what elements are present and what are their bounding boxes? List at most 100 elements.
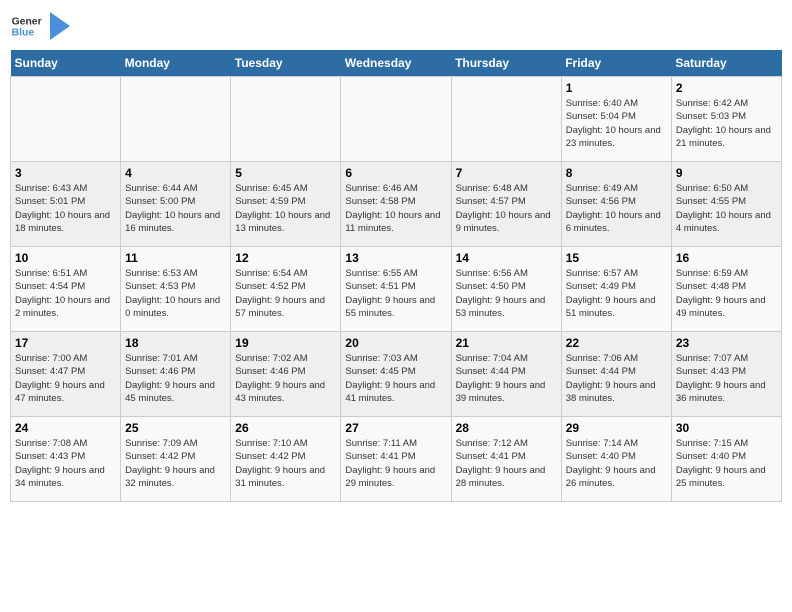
day-number: 21 [456,336,557,350]
calendar-header: SundayMondayTuesdayWednesdayThursdayFrid… [11,50,782,77]
day-info: Sunrise: 6:51 AM Sunset: 4:54 PM Dayligh… [15,267,116,320]
day-number: 29 [566,421,667,435]
day-info: Sunrise: 6:57 AM Sunset: 4:49 PM Dayligh… [566,267,667,320]
calendar-cell [121,77,231,162]
day-info: Sunrise: 7:02 AM Sunset: 4:46 PM Dayligh… [235,352,336,405]
day-info: Sunrise: 6:40 AM Sunset: 5:04 PM Dayligh… [566,97,667,150]
day-number: 3 [15,166,116,180]
svg-text:Blue: Blue [12,28,35,39]
day-number: 10 [15,251,116,265]
day-number: 15 [566,251,667,265]
day-number: 26 [235,421,336,435]
calendar-cell: 15 Sunrise: 6:57 AM Sunset: 4:49 PM Dayli… [561,247,671,332]
calendar-week-1: 1 Sunrise: 6:40 AM Sunset: 5:04 PM Daylig… [11,77,782,162]
calendar-cell: 29 Sunrise: 7:14 AM Sunset: 4:40 PM Dayli… [561,417,671,502]
day-header-thursday: Thursday [451,50,561,77]
day-info: Sunrise: 7:12 AM Sunset: 4:41 PM Dayligh… [456,437,557,490]
day-info: Sunrise: 7:01 AM Sunset: 4:46 PM Dayligh… [125,352,226,405]
calendar-cell: 6 Sunrise: 6:46 AM Sunset: 4:58 PM Daylig… [341,162,451,247]
day-number: 1 [566,81,667,95]
calendar-cell: 17 Sunrise: 7:00 AM Sunset: 4:47 PM Dayli… [11,332,121,417]
calendar-cell: 11 Sunrise: 6:53 AM Sunset: 4:53 PM Dayli… [121,247,231,332]
day-info: Sunrise: 6:49 AM Sunset: 4:56 PM Dayligh… [566,182,667,235]
day-number: 14 [456,251,557,265]
day-info: Sunrise: 6:45 AM Sunset: 4:59 PM Dayligh… [235,182,336,235]
day-info: Sunrise: 6:53 AM Sunset: 4:53 PM Dayligh… [125,267,226,320]
day-number: 11 [125,251,226,265]
calendar-cell: 16 Sunrise: 6:59 AM Sunset: 4:48 PM Dayli… [671,247,781,332]
calendar-cell: 8 Sunrise: 6:49 AM Sunset: 4:56 PM Daylig… [561,162,671,247]
day-number: 2 [676,81,777,95]
page-header: General Blue [10,10,782,42]
calendar-cell: 10 Sunrise: 6:51 AM Sunset: 4:54 PM Dayli… [11,247,121,332]
day-info: Sunrise: 7:00 AM Sunset: 4:47 PM Dayligh… [15,352,116,405]
calendar-week-5: 24 Sunrise: 7:08 AM Sunset: 4:43 PM Dayli… [11,417,782,502]
day-number: 13 [345,251,446,265]
day-info: Sunrise: 7:09 AM Sunset: 4:42 PM Dayligh… [125,437,226,490]
calendar-cell: 21 Sunrise: 7:04 AM Sunset: 4:44 PM Dayli… [451,332,561,417]
day-number: 8 [566,166,667,180]
day-info: Sunrise: 7:14 AM Sunset: 4:40 PM Dayligh… [566,437,667,490]
day-info: Sunrise: 7:11 AM Sunset: 4:41 PM Dayligh… [345,437,446,490]
calendar-cell: 13 Sunrise: 6:55 AM Sunset: 4:51 PM Dayli… [341,247,451,332]
calendar-cell: 19 Sunrise: 7:02 AM Sunset: 4:46 PM Dayli… [231,332,341,417]
day-number: 12 [235,251,336,265]
calendar-cell: 4 Sunrise: 6:44 AM Sunset: 5:00 PM Daylig… [121,162,231,247]
calendar-cell: 12Sunrise: 6:54 AM Sunset: 4:52 PM Dayli… [231,247,341,332]
calendar-cell [451,77,561,162]
day-info: Sunrise: 7:04 AM Sunset: 4:44 PM Dayligh… [456,352,557,405]
calendar-cell: 2 Sunrise: 6:42 AM Sunset: 5:03 PM Daylig… [671,77,781,162]
day-number: 16 [676,251,777,265]
day-number: 4 [125,166,226,180]
day-number: 28 [456,421,557,435]
day-number: 23 [676,336,777,350]
day-number: 19 [235,336,336,350]
day-info: Sunrise: 6:43 AM Sunset: 5:01 PM Dayligh… [15,182,116,235]
calendar-cell: 28 Sunrise: 7:12 AM Sunset: 4:41 PM Dayli… [451,417,561,502]
calendar-cell: 25Sunrise: 7:09 AM Sunset: 4:42 PM Dayli… [121,417,231,502]
calendar-cell: 9Sunrise: 6:50 AM Sunset: 4:55 PM Daylig… [671,162,781,247]
calendar-week-3: 10 Sunrise: 6:51 AM Sunset: 4:54 PM Dayli… [11,247,782,332]
calendar-cell: 26 Sunrise: 7:10 AM Sunset: 4:42 PM Dayli… [231,417,341,502]
day-info: Sunrise: 7:10 AM Sunset: 4:42 PM Dayligh… [235,437,336,490]
calendar-cell: 24 Sunrise: 7:08 AM Sunset: 4:43 PM Dayli… [11,417,121,502]
calendar-cell: 30 Sunrise: 7:15 AM Sunset: 4:40 PM Dayli… [671,417,781,502]
calendar-cell: 5 Sunrise: 6:45 AM Sunset: 4:59 PM Daylig… [231,162,341,247]
calendar-cell: 1 Sunrise: 6:40 AM Sunset: 5:04 PM Daylig… [561,77,671,162]
day-number: 24 [15,421,116,435]
day-info: Sunrise: 7:06 AM Sunset: 4:44 PM Dayligh… [566,352,667,405]
svg-text:General: General [12,16,42,27]
calendar-cell [341,77,451,162]
calendar-cell [231,77,341,162]
calendar-cell: 20 Sunrise: 7:03 AM Sunset: 4:45 PM Dayli… [341,332,451,417]
day-number: 6 [345,166,446,180]
day-info: Sunrise: 6:59 AM Sunset: 4:48 PM Dayligh… [676,267,777,320]
calendar-week-4: 17 Sunrise: 7:00 AM Sunset: 4:47 PM Dayli… [11,332,782,417]
day-number: 5 [235,166,336,180]
calendar-cell: 18 Sunrise: 7:01 AM Sunset: 4:46 PM Dayli… [121,332,231,417]
day-info: Sunrise: 7:08 AM Sunset: 4:43 PM Dayligh… [15,437,116,490]
calendar-table: SundayMondayTuesdayWednesdayThursdayFrid… [10,50,782,502]
day-info: Sunrise: 7:07 AM Sunset: 4:43 PM Dayligh… [676,352,777,405]
calendar-cell: 14Sunrise: 6:56 AM Sunset: 4:50 PM Dayli… [451,247,561,332]
day-header-monday: Monday [121,50,231,77]
day-info: Sunrise: 6:44 AM Sunset: 5:00 PM Dayligh… [125,182,226,235]
day-number: 22 [566,336,667,350]
day-info: Sunrise: 6:46 AM Sunset: 4:58 PM Dayligh… [345,182,446,235]
calendar-cell: 7Sunrise: 6:48 AM Sunset: 4:57 PM Daylig… [451,162,561,247]
day-number: 20 [345,336,446,350]
calendar-cell: 27 Sunrise: 7:11 AM Sunset: 4:41 PM Dayli… [341,417,451,502]
day-info: Sunrise: 7:15 AM Sunset: 4:40 PM Dayligh… [676,437,777,490]
day-info: Sunrise: 7:03 AM Sunset: 4:45 PM Dayligh… [345,352,446,405]
calendar-week-2: 3 Sunrise: 6:43 AM Sunset: 5:01 PM Daylig… [11,162,782,247]
logo-icon: General Blue [10,10,42,42]
day-number: 17 [15,336,116,350]
day-number: 27 [345,421,446,435]
day-header-sunday: Sunday [11,50,121,77]
day-number: 30 [676,421,777,435]
day-info: Sunrise: 6:55 AM Sunset: 4:51 PM Dayligh… [345,267,446,320]
day-info: Sunrise: 6:42 AM Sunset: 5:03 PM Dayligh… [676,97,777,150]
calendar-cell: 3 Sunrise: 6:43 AM Sunset: 5:01 PM Daylig… [11,162,121,247]
day-header-wednesday: Wednesday [341,50,451,77]
day-number: 18 [125,336,226,350]
